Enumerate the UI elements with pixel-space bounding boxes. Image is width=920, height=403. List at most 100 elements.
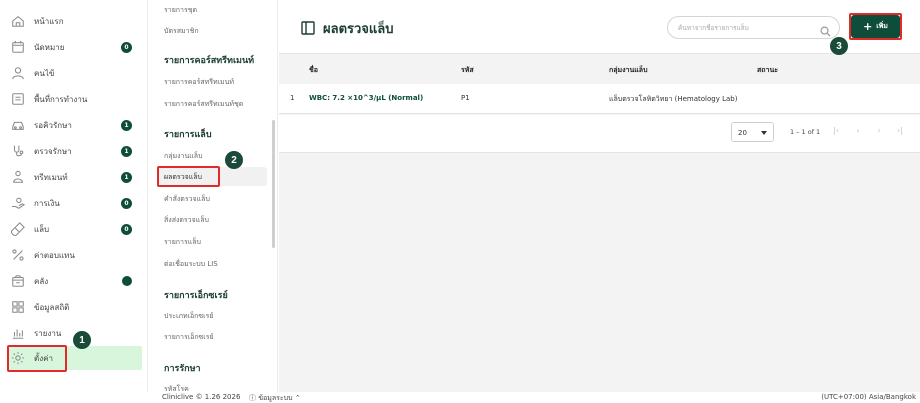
sidebar-item-inventory[interactable]: คลัง bbox=[10, 269, 142, 293]
search-input[interactable] bbox=[678, 21, 818, 35]
submenu-item-lab-specimen[interactable]: สิ่งส่งตรวจแล็บ bbox=[164, 215, 209, 226]
submenu-scrollbar[interactable] bbox=[272, 120, 275, 248]
page-header: ผลตรวจแล็บ + เพิ่ม bbox=[279, 0, 920, 54]
sidebar-item-label: นัดหมาย bbox=[34, 42, 65, 52]
sidebar-item-patients[interactable]: คนไข้ bbox=[10, 61, 142, 85]
submenu-item-treatment-course-package[interactable]: รายการคอร์สทรีทเมนท์ชุด bbox=[164, 99, 243, 110]
sidebar: หน้าแรก นัดหมาย 0 คนไข้ พื้นที่การทำงาน … bbox=[0, 0, 148, 392]
home-icon bbox=[10, 13, 26, 29]
status-dot bbox=[122, 276, 132, 286]
count-badge: 1 bbox=[121, 146, 132, 157]
section-heading-xray: รายการเอ็กซเรย์ bbox=[164, 291, 228, 301]
system-info-link[interactable]: ⓘ ข้อมูลระบบ ⌃ bbox=[249, 393, 301, 403]
sidebar-item-label: หน้าแรก bbox=[34, 16, 64, 26]
table-header: ชื่อ รหัส กลุ่มงานแล็บ สถานะ bbox=[279, 55, 920, 83]
sidebar-item-label: รอคิวรักษา bbox=[34, 120, 72, 130]
sidebar-item-home[interactable]: หน้าแรก bbox=[10, 9, 142, 33]
sidebar-item-label: แล็บ bbox=[34, 224, 50, 234]
column-header-lab-group[interactable]: กลุ่มงานแล็บ bbox=[609, 65, 648, 76]
sidebar-item-label: การเงิน bbox=[34, 198, 60, 208]
panel-icon bbox=[301, 20, 315, 35]
table-row[interactable]: 1 WBC: 7.2 ×10^3/µL (Normal) P1 แล็บตรวจ… bbox=[279, 84, 920, 114]
sidebar-item-label: คลัง bbox=[34, 276, 49, 286]
submenu-item-disease-code[interactable]: รหัสโรค bbox=[164, 384, 189, 392]
car-icon bbox=[10, 117, 26, 133]
statistics-icon bbox=[10, 299, 26, 315]
percent-icon bbox=[10, 247, 26, 263]
workspace-icon bbox=[10, 91, 26, 107]
sidebar-item-lab[interactable]: แล็บ 0 bbox=[10, 217, 142, 241]
prev-page-icon[interactable]: ‹ bbox=[853, 126, 863, 136]
search-box bbox=[667, 16, 840, 39]
calendar-icon bbox=[10, 39, 26, 55]
column-header-code[interactable]: รหัส bbox=[461, 65, 474, 76]
count-badge: 1 bbox=[121, 120, 132, 131]
submenu-item-xray-type[interactable]: ประเภทเอ็กซเรย์ bbox=[164, 311, 213, 322]
submenu-item-package[interactable]: รายการชุด bbox=[164, 5, 197, 16]
highlight-lab-result bbox=[157, 166, 220, 187]
settings-submenu: รายการชุด บัตรสมาชิก รายการคอร์สทรีทเมนท… bbox=[148, 0, 278, 392]
app-root: หน้าแรก นัดหมาย 0 คนไข้ พื้นที่การทำงาน … bbox=[0, 0, 920, 403]
sidebar-item-label: ข้อมูลสถิติ bbox=[34, 302, 70, 312]
sidebar-item-queue[interactable]: รอคิวรักษา 1 bbox=[10, 113, 142, 137]
column-header-name[interactable]: ชื่อ bbox=[309, 65, 318, 76]
row-name-link[interactable]: WBC: 7.2 ×10^3/µL (Normal) bbox=[309, 94, 423, 102]
row-code: P1 bbox=[461, 94, 470, 102]
sidebar-item-label: ทรีทเมนท์ bbox=[34, 172, 68, 182]
page-size-value: 20 bbox=[738, 129, 747, 137]
column-header-status[interactable]: สถานะ bbox=[757, 65, 778, 76]
row-index: 1 bbox=[290, 94, 295, 102]
inventory-icon bbox=[10, 273, 26, 289]
submenu-item-membership[interactable]: บัตรสมาชิก bbox=[164, 26, 199, 37]
step-marker-3: 3 bbox=[830, 37, 848, 55]
chevron-down-icon bbox=[761, 131, 767, 135]
section-heading-treatment-course: รายการคอร์สทรีทเมนท์ bbox=[164, 56, 255, 66]
sidebar-item-label: ตรวจรักษา bbox=[34, 146, 72, 156]
stethoscope-icon bbox=[10, 143, 26, 159]
footer: Cliniclive © 1.26 2026 ⓘ ข้อมูลระบบ ⌃ (U… bbox=[148, 392, 920, 403]
count-badge: 1 bbox=[121, 172, 132, 183]
count-badge: 0 bbox=[121, 42, 132, 53]
row-lab-group: แล็บตรวจโลหิตวิทยา (Hematology Lab) bbox=[609, 95, 738, 103]
sidebar-item-finance[interactable]: การเงิน 0 bbox=[10, 191, 142, 215]
submenu-item-lab-order[interactable]: คำสั่งตรวจแล็บ bbox=[164, 194, 210, 205]
report-icon bbox=[10, 325, 26, 341]
last-page-icon[interactable]: ›| bbox=[895, 126, 905, 136]
count-badge: 0 bbox=[121, 224, 132, 235]
step-marker-1: 1 bbox=[73, 331, 91, 349]
sidebar-item-workspace[interactable]: พื้นที่การทำงาน bbox=[10, 87, 142, 111]
next-page-icon[interactable]: › bbox=[874, 126, 884, 136]
sidebar-item-label: พื้นที่การทำงาน bbox=[34, 94, 88, 104]
sidebar-item-label: รายงาน bbox=[34, 328, 62, 338]
treatment-icon bbox=[10, 169, 26, 185]
submenu-item-treatment-course[interactable]: รายการคอร์สทรีทเมนท์ bbox=[164, 77, 234, 88]
page-size-select[interactable]: 20 bbox=[731, 122, 774, 142]
user-icon bbox=[10, 65, 26, 81]
submenu-item-lab-group[interactable]: กลุ่มงานแล็บ bbox=[164, 151, 203, 162]
test-tube-icon bbox=[10, 221, 26, 237]
sidebar-item-treatment[interactable]: ทรีทเมนท์ 1 bbox=[10, 165, 142, 189]
copyright-text: Cliniclive © 1.26 2026 bbox=[162, 393, 241, 401]
section-heading-treatment: การรักษา bbox=[164, 364, 201, 374]
sidebar-item-label: คนไข้ bbox=[34, 68, 55, 78]
highlight-settings bbox=[7, 345, 67, 372]
submenu-item-lab-list[interactable]: รายการแล็บ bbox=[164, 237, 201, 248]
payment-icon bbox=[10, 195, 26, 211]
pagination: 20 1 – 1 of 1 |‹ ‹ › ›| bbox=[279, 115, 920, 153]
main-content: ผลตรวจแล็บ + เพิ่ม ชื่อ รหัส กลุ่มงานแล็… bbox=[279, 0, 920, 392]
sidebar-item-compensation[interactable]: ค่าตอบแทน bbox=[10, 243, 142, 267]
first-page-icon[interactable]: |‹ bbox=[831, 126, 841, 136]
sidebar-item-statistics[interactable]: ข้อมูลสถิติ bbox=[10, 295, 142, 319]
page-title: ผลตรวจแล็บ bbox=[323, 22, 394, 37]
sidebar-item-examination[interactable]: ตรวจรักษา 1 bbox=[10, 139, 142, 163]
section-heading-lab: รายการแล็บ bbox=[164, 130, 212, 140]
timezone-text: (UTC+07:00) Asia/Bangkok bbox=[821, 393, 916, 401]
submenu-item-xray-list[interactable]: รายการเอ็กซเรย์ bbox=[164, 332, 214, 343]
highlight-add-button bbox=[849, 13, 902, 40]
submenu-item-lis[interactable]: ต่อเชื่อมระบบ LIS bbox=[164, 259, 218, 270]
search-icon[interactable] bbox=[820, 22, 831, 37]
page-range: 1 – 1 of 1 bbox=[790, 128, 821, 136]
sidebar-item-appointments[interactable]: นัดหมาย 0 bbox=[10, 35, 142, 59]
step-marker-2: 2 bbox=[225, 151, 243, 169]
count-badge: 0 bbox=[121, 198, 132, 209]
